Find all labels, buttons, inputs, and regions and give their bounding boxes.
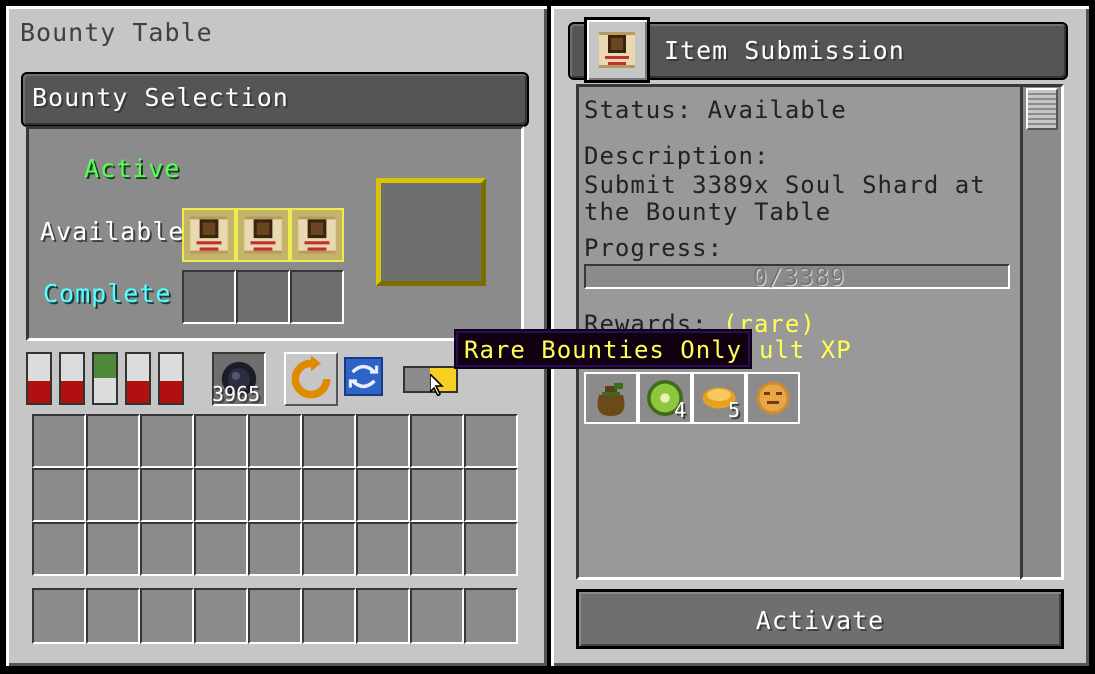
bounty-status: Status: Available xyxy=(584,96,847,124)
bounty-scroll-icon xyxy=(244,216,282,254)
currency-count: 3965 xyxy=(212,382,261,406)
active-label: Active xyxy=(84,154,181,183)
inventory-slot[interactable] xyxy=(140,468,194,522)
reroll-arrow-icon xyxy=(291,355,331,399)
reward-count: 4 xyxy=(674,398,687,422)
inventory-slot[interactable] xyxy=(32,468,86,522)
reroll-button[interactable] xyxy=(284,352,338,406)
sack-icon xyxy=(597,383,625,416)
reward-slot[interactable] xyxy=(746,372,800,424)
hotbar-slot[interactable] xyxy=(464,588,518,644)
reward-count: 5 xyxy=(728,398,741,422)
inventory-slot[interactable] xyxy=(194,522,248,576)
selected-bounty-slot[interactable] xyxy=(376,178,486,286)
bounty-scroll-icon xyxy=(599,32,635,68)
inventory-slot[interactable] xyxy=(356,414,410,468)
available-label: Available xyxy=(40,217,185,246)
hotbar-slot[interactable] xyxy=(32,588,86,644)
hotbar-slot[interactable] xyxy=(140,588,194,644)
mouse-cursor-icon xyxy=(430,374,444,396)
bounty-meter xyxy=(125,352,151,405)
rewards-xp-text: ult XP xyxy=(759,336,852,364)
hotbar-slot[interactable] xyxy=(356,588,410,644)
inventory-slot[interactable] xyxy=(194,414,248,468)
bounty-meter xyxy=(158,352,184,405)
inventory-slot[interactable] xyxy=(86,468,140,522)
inventory-slot[interactable] xyxy=(410,414,464,468)
inventory-slot[interactable] xyxy=(410,468,464,522)
inventory-slot[interactable] xyxy=(464,522,518,576)
inventory-slot[interactable] xyxy=(86,522,140,576)
item-submission-title: Item Submission xyxy=(664,36,905,65)
available-bounty-slot[interactable] xyxy=(182,208,236,262)
available-bounty-slot[interactable] xyxy=(290,208,344,262)
inventory-slot[interactable] xyxy=(86,414,140,468)
hotbar-slot[interactable] xyxy=(410,588,464,644)
inventory-slot[interactable] xyxy=(140,414,194,468)
bounty-selection-title: Bounty Selection xyxy=(32,83,289,112)
inventory-slot[interactable] xyxy=(248,468,302,522)
inventory-slot[interactable] xyxy=(140,522,194,576)
inventory-slot[interactable] xyxy=(302,522,356,576)
hotbar xyxy=(32,588,518,644)
refresh-icon xyxy=(348,364,379,389)
inventory-slot[interactable] xyxy=(194,468,248,522)
inventory-slot[interactable] xyxy=(356,522,410,576)
bounty-meter xyxy=(59,352,85,405)
complete-bounty-slot[interactable] xyxy=(236,270,290,324)
activate-button-label: Activate xyxy=(755,606,885,635)
progress-label: Progress: xyxy=(584,234,724,262)
complete-bounty-slot[interactable] xyxy=(182,270,236,324)
hotbar-slot[interactable] xyxy=(302,588,356,644)
inventory-slot[interactable] xyxy=(248,522,302,576)
rare-only-tooltip: Rare Bounties Only xyxy=(453,329,753,369)
available-bounty-slot[interactable] xyxy=(236,208,290,262)
bounty-scroll-icon xyxy=(190,216,228,254)
inventory-slot[interactable] xyxy=(410,522,464,576)
inventory-slot[interactable] xyxy=(248,414,302,468)
inventory-slot[interactable] xyxy=(356,468,410,522)
bounty-meter xyxy=(92,352,118,405)
bounty-header-icon-frame xyxy=(584,17,650,83)
activate-button[interactable]: Activate xyxy=(576,589,1064,649)
inventory-slot[interactable] xyxy=(302,468,356,522)
description-text-line1: Submit 3389x Soul Shard at xyxy=(584,171,986,199)
details-scrollbar-track[interactable] xyxy=(1020,84,1064,580)
refresh-button[interactable] xyxy=(344,357,383,396)
description-label: Description: xyxy=(584,142,770,170)
description-text-line2: the Bounty Table xyxy=(584,198,832,226)
bounty-table-title: Bounty Table xyxy=(20,18,213,47)
bounty-meter xyxy=(26,352,52,405)
inventory-slot[interactable] xyxy=(32,522,86,576)
details-scrollbar-thumb[interactable] xyxy=(1026,88,1058,130)
inventory-slot[interactable] xyxy=(302,414,356,468)
inventory-slot[interactable] xyxy=(32,414,86,468)
player-inventory xyxy=(32,414,518,578)
cookie-icon xyxy=(756,381,790,415)
complete-label: Complete xyxy=(43,279,172,308)
hotbar-slot[interactable] xyxy=(248,588,302,644)
bounty-scroll-icon xyxy=(298,216,336,254)
complete-bounty-slot[interactable] xyxy=(290,270,344,324)
inventory-slot[interactable] xyxy=(464,468,518,522)
progress-text: 0/3389 xyxy=(752,263,846,291)
inventory-slot[interactable] xyxy=(464,414,518,468)
reward-slot[interactable] xyxy=(584,372,638,424)
hotbar-slot[interactable] xyxy=(86,588,140,644)
hotbar-slot[interactable] xyxy=(194,588,248,644)
